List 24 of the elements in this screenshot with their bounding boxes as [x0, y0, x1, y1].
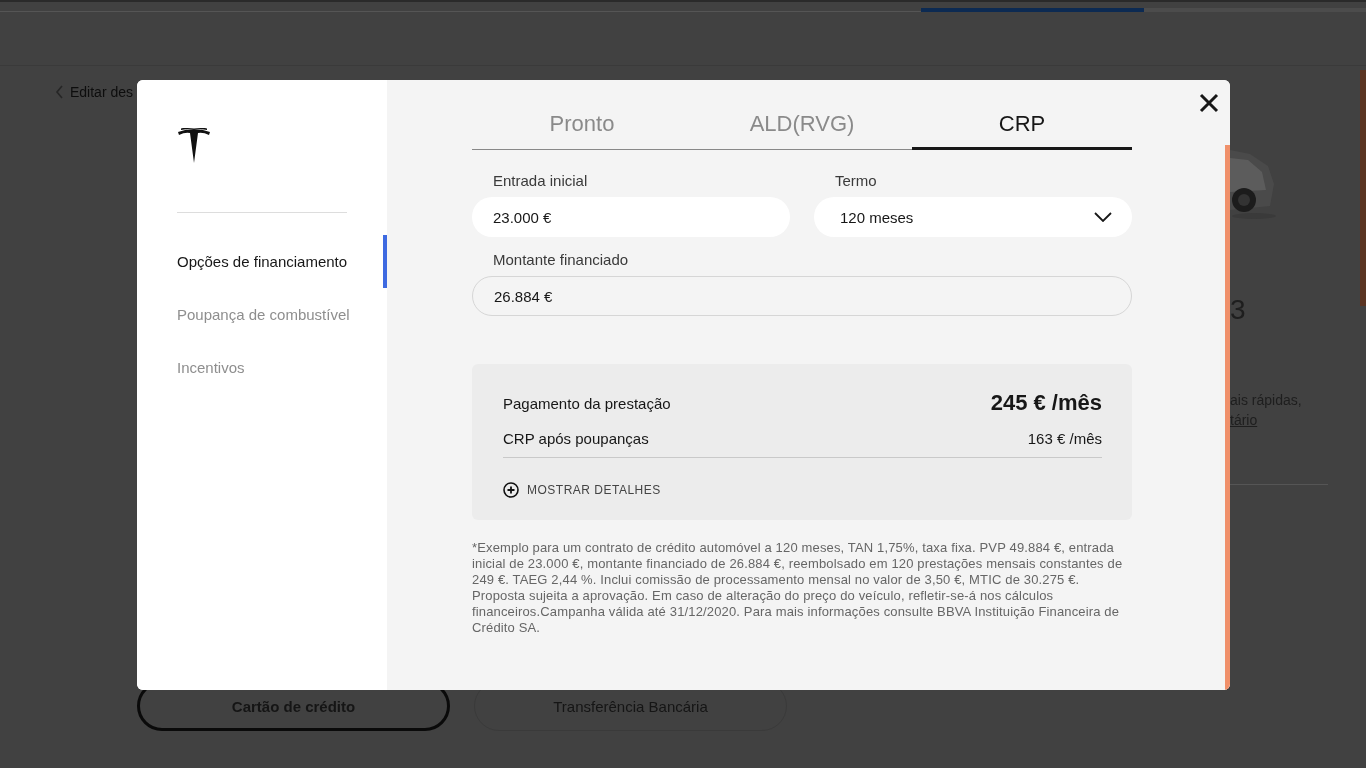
dropdown-value: 120 meses [840, 208, 914, 226]
plus-circle-icon [503, 482, 519, 498]
chevron-left-icon [55, 85, 64, 99]
close-icon [1198, 92, 1220, 114]
field-label: Entrada inicial [492, 172, 589, 189]
field-label: Termo [834, 172, 878, 189]
tab[interactable]: Pronto [472, 100, 692, 150]
footnote: *Exemplo para um contrato de crédito automóvel a 120 meses, TAN 1,75%, taxa fixa. PVP 49.884 €, entrada inicial de 23.000 €, montante financiado de 26.884 €, reembolsado em 120 prestações mensais constantes de 249 €. TAEG 2,44 %. Inclui comissão de processamento mensal no valor de 3,50 €, MTIC de 30.275 €. Proposta sujeita a aprovação. Em caso de alteração do preço do veículo, refletir-se-á nos cálculos financeiros.Campanha válida até 31/12/2020. Para mais informações consulte BBVA Instituição Financeira de Crédito SA. [472, 540, 1124, 636]
sidebar-item[interactable]: Poupança de combustível [177, 288, 387, 341]
tab[interactable]: ALD(RVG) [692, 100, 912, 150]
savings-label: CRP após poupanças [503, 430, 649, 447]
tab[interactable]: CRP [912, 100, 1132, 150]
show-details-button[interactable]: MOSTRAR DETALHES [503, 482, 661, 498]
scrollbar[interactable] [1360, 70, 1366, 306]
term-dropdown[interactable]: 120 meses [814, 197, 1132, 237]
chevron-down-icon [1094, 212, 1112, 222]
sidebar-item[interactable]: Incentivos [177, 341, 387, 394]
input-field[interactable]: 23.000 € [472, 197, 790, 237]
scrollbar[interactable] [1225, 145, 1230, 690]
close-button[interactable] [1198, 92, 1220, 114]
field-label: Montante financiado [492, 251, 630, 268]
payment-label: Pagamento da prestação [503, 394, 671, 412]
payment-amount: 245 € /mês [990, 390, 1102, 416]
savings-amount: 163 € /mês [1027, 430, 1102, 447]
